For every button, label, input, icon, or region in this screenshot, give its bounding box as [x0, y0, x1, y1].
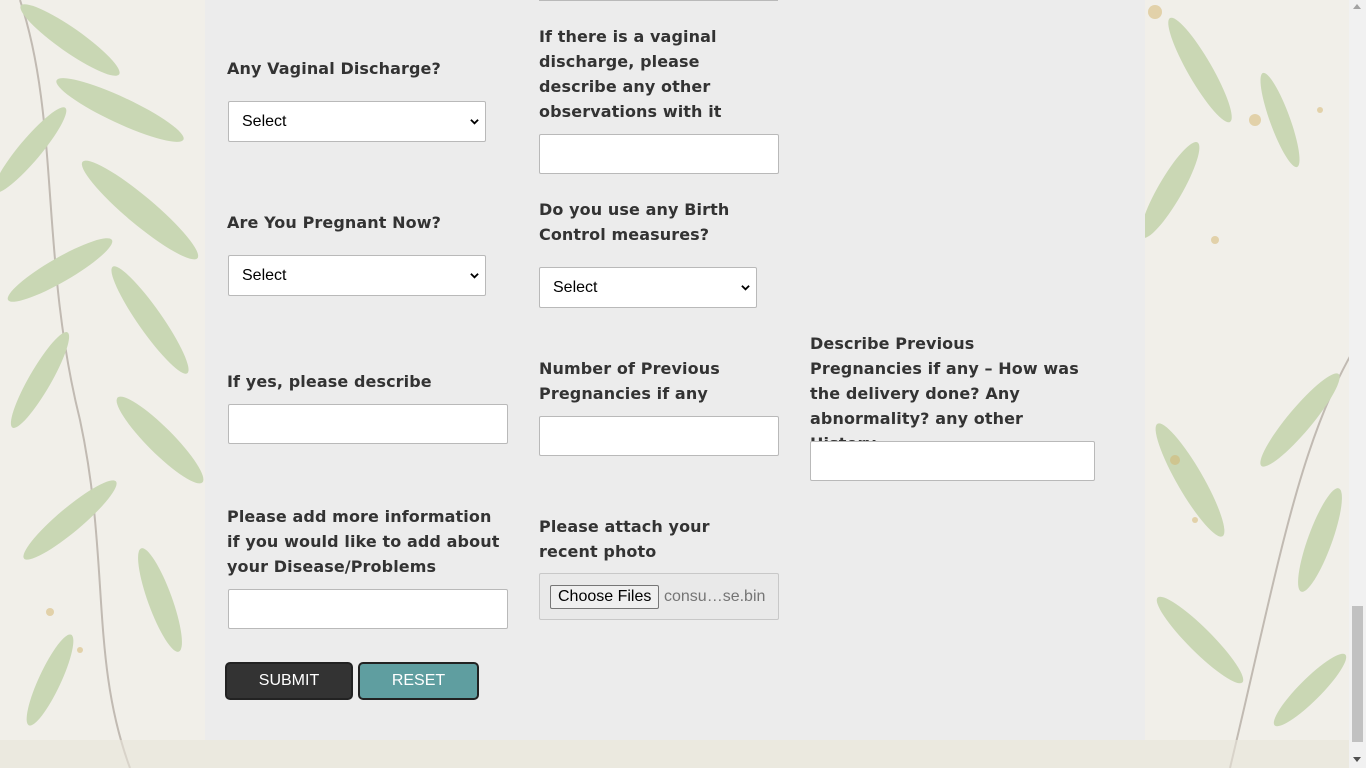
birth-control-label: Do you use any Birth Control measures?: [539, 200, 730, 244]
discharge-observations-input[interactable]: [539, 134, 779, 174]
if-yes-describe-label: If yes, please describe: [227, 372, 432, 391]
previous-pregnancies-history-label: Describe Previous Pregnancies if any – H…: [810, 334, 1079, 453]
previous-pregnancies-history-input[interactable]: [810, 441, 1095, 481]
if-yes-describe-input[interactable]: [228, 404, 508, 444]
selected-file-name: consu…se.bin: [664, 588, 766, 605]
chevron-down-icon: [470, 119, 479, 125]
photo-label: Please attach your recent photo: [539, 517, 710, 561]
submit-button[interactable]: SUBMIT: [225, 662, 353, 700]
pregnant-now-label: Are You Pregnant Now?: [227, 213, 442, 232]
birth-control-value: Select: [553, 279, 598, 296]
scroll-down-arrow-icon[interactable]: [1353, 757, 1361, 762]
previous-pregnancies-count-input[interactable]: [539, 416, 779, 456]
previous-field-edge: [539, 0, 778, 1]
choose-files-button[interactable]: Choose Files: [550, 585, 660, 609]
scrollbar-thumb[interactable]: [1352, 606, 1363, 742]
discharge-observations-label: If there is a vaginal discharge, please …: [539, 27, 722, 121]
page-scrollbar[interactable]: [1349, 0, 1366, 768]
more-info-label: Please add more information if you would…: [227, 507, 500, 576]
pregnant-now-value: Select: [242, 267, 287, 284]
vaginal-discharge-value: Select: [242, 113, 287, 130]
birth-control-select[interactable]: Select: [539, 267, 757, 308]
photo-file-input[interactable]: Choose Files consu…se.bin: [539, 573, 779, 620]
vaginal-discharge-label: Any Vaginal Discharge?: [227, 59, 441, 78]
chevron-down-icon: [470, 273, 479, 279]
scroll-up-arrow-icon[interactable]: [1353, 4, 1361, 9]
more-info-input[interactable]: [228, 589, 508, 629]
vaginal-discharge-select[interactable]: Select: [228, 101, 486, 142]
chevron-down-icon: [741, 285, 750, 291]
reset-button[interactable]: RESET: [358, 662, 479, 700]
previous-pregnancies-count-label: Number of Previous Pregnancies if any: [539, 359, 720, 403]
pregnant-now-select[interactable]: Select: [228, 255, 486, 296]
